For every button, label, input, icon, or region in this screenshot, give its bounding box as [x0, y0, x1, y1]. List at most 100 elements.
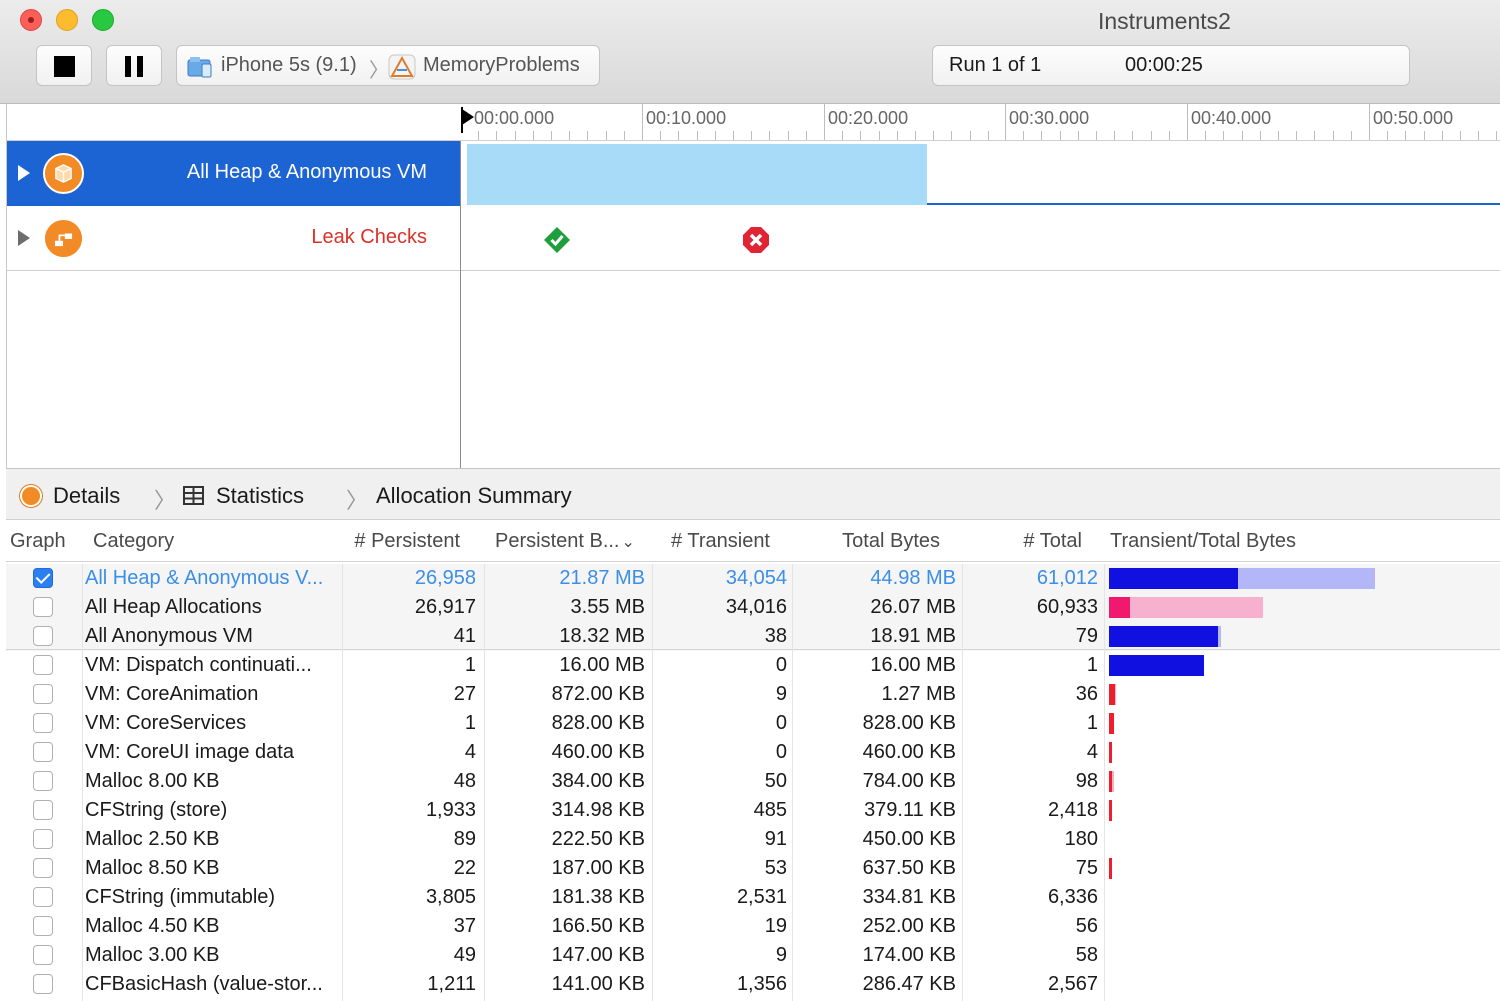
persistent-bytes-bar [1109, 568, 1238, 589]
total-bytes-cell: 784.00 KB [862, 770, 956, 792]
transient-count-cell: 0 [775, 654, 787, 676]
total-bytes-bar [1109, 597, 1263, 618]
xcode-app-icon [388, 54, 416, 80]
column-header-transient-total-bytes[interactable]: Transient/Total Bytes [1110, 530, 1296, 553]
leak-check-passed-icon[interactable] [544, 227, 570, 253]
graph-checkbox[interactable] [33, 568, 53, 588]
table-row[interactable]: All Anonymous VM 41 18.32 MB 38 18.91 MB 79 [6, 622, 1500, 651]
transient-count-cell: 0 [775, 741, 787, 763]
persistent-count-cell: 1 [464, 654, 476, 676]
persistent-bytes-bar [1109, 742, 1112, 763]
persistent-bytes-cell: 141.00 KB [551, 973, 645, 995]
table-row[interactable]: VM: Dispatch continuati... 1 16.00 MB 0 16.0… [6, 651, 1500, 680]
graph-checkbox[interactable] [33, 655, 53, 675]
persistent-bytes-cell: 3.55 MB [570, 596, 645, 618]
table-row[interactable]: Malloc 8.00 KB 48 384.00 KB 50 784.00 KB 98 [6, 767, 1500, 796]
graph-checkbox[interactable] [33, 916, 53, 936]
persistent-count-cell: 22 [453, 857, 476, 879]
column-header-persistent-bytes[interactable]: Persistent B... ⌄ [495, 530, 635, 553]
track-header[interactable]: All Heap & Anonymous VM [7, 141, 461, 206]
allocation-summary-table: Graph Category # Persistent Persistent B… [6, 520, 1500, 1001]
category-cell: Malloc 3.00 KB [85, 944, 220, 966]
stop-icon [54, 56, 75, 77]
table-row[interactable]: VM: CoreUI image data 4 460.00 KB 0 460.00 K… [6, 738, 1500, 767]
transient-count-cell: 1,356 [736, 973, 787, 995]
persistent-bytes-cell: 166.50 KB [551, 915, 645, 937]
heap-usage-area [467, 144, 927, 205]
ruler-label: 00:30.000 [1009, 108, 1090, 128]
graph-checkbox[interactable] [33, 858, 53, 878]
playhead-flag-icon[interactable] [460, 107, 476, 133]
total-count-cell: 56 [1075, 915, 1098, 937]
column-header-total[interactable]: # Total [986, 530, 1082, 553]
persistent-count-cell: 1 [464, 712, 476, 734]
run-status-display: Run 1 of 1 00:00:25 [932, 45, 1410, 86]
table-row[interactable]: All Heap & Anonymous V... 26,958 21.87 MB 3… [6, 564, 1500, 593]
graph-checkbox[interactable] [33, 771, 53, 791]
disclosure-triangle-icon[interactable] [18, 230, 30, 246]
table-row[interactable]: CFBasicHash (value-stor... 1,211 141.00 KB… [6, 970, 1500, 999]
column-header-graph[interactable]: Graph [10, 530, 66, 553]
total-bytes-cell: 460.00 KB [862, 741, 956, 763]
zoom-window-button[interactable] [92, 9, 114, 31]
persistent-count-cell: 1,211 [427, 973, 476, 995]
table-row[interactable]: Malloc 4.50 KB 37 166.50 KB 19 252.00 KB 56 [6, 912, 1500, 941]
column-header-total-bytes[interactable]: Total Bytes [806, 530, 940, 553]
track-title: All Heap & Anonymous VM [186, 161, 427, 183]
track-header[interactable]: Leak Checks [7, 206, 461, 271]
category-cell: VM: CoreServices [85, 712, 247, 734]
category-cell: All Heap & Anonymous V... [85, 567, 324, 589]
total-bytes-cell: 637.50 KB [862, 857, 956, 879]
graph-checkbox[interactable] [33, 887, 53, 907]
jumpbar-details[interactable]: Details [53, 483, 120, 509]
persistent-count-cell: 41 [453, 625, 476, 647]
stop-recording-button[interactable] [36, 45, 92, 86]
table-row[interactable]: VM: CoreAnimation 27 872.00 KB 9 1.27 MB 36 [6, 680, 1500, 709]
minimize-window-button[interactable] [56, 9, 78, 31]
category-cell: Malloc 4.50 KB [85, 915, 220, 937]
column-header-transient[interactable]: # Transient [646, 530, 770, 553]
heap-graph[interactable] [461, 141, 1500, 206]
timeline-ruler[interactable]: 00:00.000 00:10.000 00:20.000 00:30.000 … [7, 104, 1500, 141]
total-count-cell: 6,336 [1047, 886, 1098, 908]
graph-checkbox[interactable] [33, 713, 53, 733]
category-cell: VM: CoreAnimation [85, 683, 259, 705]
graph-checkbox[interactable] [33, 800, 53, 820]
category-cell: All Anonymous VM [85, 625, 253, 647]
close-window-button[interactable] [20, 9, 42, 31]
table-row[interactable]: Malloc 3.00 KB 49 147.00 KB 9 174.00 KB 58 [6, 941, 1500, 970]
transient-count-cell: 485 [753, 799, 787, 821]
column-header-category[interactable]: Category [93, 530, 174, 553]
graph-checkbox[interactable] [33, 945, 53, 965]
table-row[interactable]: All Heap Allocations 26,917 3.55 MB 34,016 2… [6, 593, 1500, 622]
graph-checkbox[interactable] [33, 742, 53, 762]
pause-recording-button[interactable] [106, 45, 162, 86]
category-cell: Malloc 8.00 KB [85, 770, 220, 792]
persistent-count-cell: 3,805 [425, 886, 476, 908]
track-all-heap-vm[interactable]: All Heap & Anonymous VM [7, 141, 1500, 206]
graph-checkbox[interactable] [33, 684, 53, 704]
total-count-cell: 61,012 [1036, 567, 1098, 589]
leak-detected-icon[interactable] [743, 227, 769, 253]
graph-checkbox[interactable] [33, 829, 53, 849]
table-row[interactable]: Malloc 8.50 KB 22 187.00 KB 53 637.50 KB 75 [6, 854, 1500, 883]
graph-checkbox[interactable] [33, 974, 53, 994]
total-bytes-cell: 44.98 MB [870, 567, 956, 589]
table-row[interactable]: CFString (immutable) 3,805 181.38 KB 2,531 3… [6, 883, 1500, 912]
graph-checkbox[interactable] [33, 597, 53, 617]
transient-count-cell: 53 [764, 857, 787, 879]
graph-checkbox[interactable] [33, 626, 53, 646]
table-row[interactable]: Malloc 2.50 KB 89 222.50 KB 91 450.00 KB 180 [6, 825, 1500, 854]
total-count-cell: 60,933 [1036, 596, 1098, 618]
total-count-cell: 1 [1086, 654, 1098, 676]
persistent-bytes-bar [1109, 684, 1115, 705]
jumpbar-statistics[interactable]: Statistics [216, 483, 304, 509]
persistent-count-cell: 37 [453, 915, 476, 937]
table-row[interactable]: CFString (store) 1,933 314.98 KB 485 379.11 … [6, 796, 1500, 825]
target-selector[interactable]: iPhone 5s (9.1) 〉 MemoryProblems [176, 45, 600, 86]
jumpbar-allocation-summary[interactable]: Allocation Summary [376, 483, 572, 509]
disclosure-triangle-icon[interactable] [18, 165, 30, 181]
table-row[interactable]: VM: CoreServices 1 828.00 KB 0 828.00 KB 1 [6, 709, 1500, 738]
transient-count-cell: 34,016 [725, 596, 787, 618]
column-header-persistent[interactable]: # Persistent [326, 530, 460, 553]
